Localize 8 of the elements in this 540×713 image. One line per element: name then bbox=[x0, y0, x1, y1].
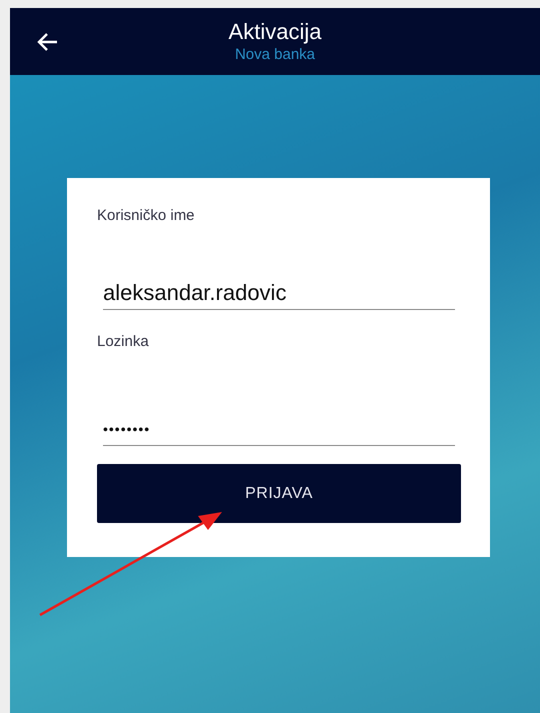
password-field[interactable]: •••••••• bbox=[103, 412, 455, 446]
back-arrow-icon bbox=[37, 32, 59, 52]
login-button[interactable]: PRIJAVA bbox=[97, 464, 461, 523]
field-label: Korisničko ime bbox=[97, 206, 196, 226]
field-label: Lozinka bbox=[97, 332, 150, 352]
username-field[interactable]: aleksandar.radovic bbox=[103, 276, 455, 310]
screen-subtitle: Nova banka bbox=[234, 44, 316, 64]
screen-title: Aktivacija bbox=[228, 18, 322, 44]
